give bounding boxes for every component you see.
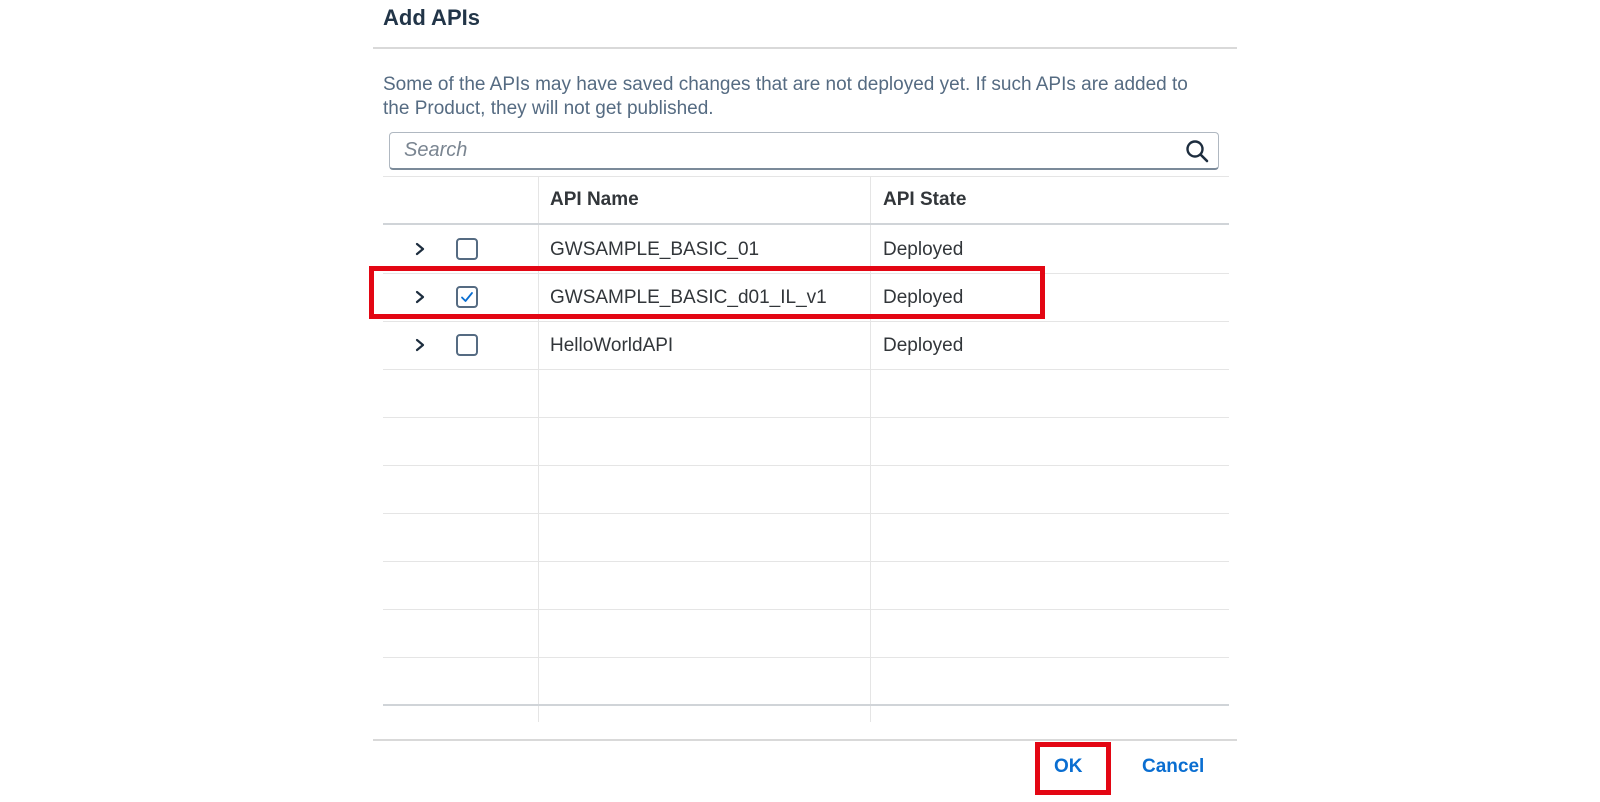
column-header-api-state[interactable]: API State xyxy=(883,189,966,211)
row-checkbox[interactable] xyxy=(456,286,478,308)
search-field[interactable] xyxy=(389,132,1219,170)
api-name-cell: GWSAMPLE_BASIC_01 xyxy=(550,239,760,260)
search-input[interactable] xyxy=(404,133,1164,167)
api-name-cell: GWSAMPLE_BASIC_d01_IL_v1 xyxy=(550,287,827,308)
chevron-right-icon[interactable] xyxy=(411,335,429,355)
ok-button[interactable]: OK xyxy=(1054,756,1083,778)
add-apis-dialog: Add APIs Some of the APIs may have saved… xyxy=(373,0,1237,802)
api-state-cell: Deployed xyxy=(883,239,964,260)
api-name-cell: HelloWorldAPI xyxy=(550,335,674,356)
table-header-row: API Name API State xyxy=(383,177,1229,225)
table-row[interactable]: GWSAMPLE_BASIC_d01_IL_v1 Deployed xyxy=(383,273,1229,322)
empty-table-row xyxy=(383,657,1229,706)
table-row[interactable]: HelloWorldAPI Deployed xyxy=(383,321,1229,370)
dialog-title: Add APIs xyxy=(383,5,480,30)
column-header-api-name[interactable]: API Name xyxy=(550,189,639,211)
api-state-cell: Deployed xyxy=(883,335,964,356)
cancel-button[interactable]: Cancel xyxy=(1142,756,1204,778)
footer-divider xyxy=(373,739,1237,741)
empty-table-row xyxy=(383,465,1229,514)
header-divider xyxy=(373,47,1237,49)
empty-table-row xyxy=(383,369,1229,418)
check-icon xyxy=(461,292,473,302)
table-row[interactable]: GWSAMPLE_BASIC_01 Deployed xyxy=(383,225,1229,274)
info-message: Some of the APIs may have saved changes … xyxy=(383,74,1188,119)
empty-table-row xyxy=(383,561,1229,610)
chevron-right-icon[interactable] xyxy=(411,287,429,307)
empty-table-row xyxy=(383,417,1229,466)
empty-table-row xyxy=(383,609,1229,658)
chevron-right-icon[interactable] xyxy=(411,239,429,259)
empty-table-row xyxy=(383,513,1229,562)
row-checkbox[interactable] xyxy=(456,334,478,356)
api-state-cell: Deployed xyxy=(883,287,964,308)
page: Add APIs Some of the APIs may have saved… xyxy=(0,0,1600,802)
search-icon[interactable] xyxy=(1184,138,1210,164)
row-checkbox[interactable] xyxy=(456,238,478,260)
